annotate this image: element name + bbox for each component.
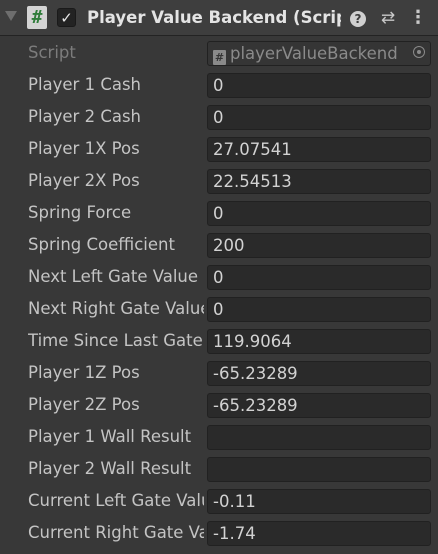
- object-picker-icon[interactable]: [413, 46, 425, 58]
- field-row: Player 2Z Pos -65.23289: [0, 389, 438, 421]
- field-row: Next Left Gate Value 0: [0, 261, 438, 293]
- field-row: Player 1 Wall Result: [0, 421, 438, 453]
- field-row: Spring Coefficient 200: [0, 229, 438, 261]
- field-value-input[interactable]: 0: [207, 265, 431, 290]
- component-title: Player Value Backend (Script: [87, 8, 341, 27]
- field-label: Current Left Gate Value: [28, 491, 204, 510]
- script-row: Script # playerValueBackend: [0, 37, 438, 69]
- field-label: Player 2X Pos: [28, 171, 140, 190]
- field-label: Player 2 Cash: [28, 107, 142, 126]
- field-value-input[interactable]: 0: [207, 73, 431, 98]
- field-label: Player 2 Wall Result: [28, 459, 192, 478]
- field-row: Player 1Z Pos -65.23289: [0, 357, 438, 389]
- field-label: Spring Coefficient: [28, 235, 175, 254]
- context-menu-button[interactable]: ⋮: [408, 6, 428, 30]
- help-icon: ?: [350, 10, 366, 27]
- script-file-icon: #: [213, 50, 226, 65]
- field-row: Time Since Last Gate 119.9064: [0, 325, 438, 357]
- field-value-input[interactable]: 0: [207, 297, 431, 322]
- script-object-name: playerValueBackend: [230, 44, 398, 63]
- field-value-input[interactable]: -65.23289: [207, 393, 431, 418]
- enabled-checkbox[interactable]: ✓: [57, 8, 76, 27]
- foldout-arrow-icon[interactable]: [5, 11, 17, 21]
- field-label: Player 1X Pos: [28, 139, 140, 158]
- field-value-input[interactable]: -65.23289: [207, 361, 431, 386]
- field-row: Next Right Gate Value 0: [0, 293, 438, 325]
- presets-icon: ⇄: [380, 8, 396, 28]
- field-value-input[interactable]: 0: [207, 201, 431, 226]
- field-label: Time Since Last Gate: [28, 331, 203, 350]
- field-value-input[interactable]: -1.74: [207, 521, 431, 546]
- field-row: Player 1X Pos 27.07541: [0, 133, 438, 165]
- field-value-input[interactable]: -0.11: [207, 489, 431, 514]
- component-header[interactable]: # ✓ Player Value Backend (Script ? ⇄ ⋮: [0, 0, 438, 36]
- field-label: Current Right Gate Value: [28, 523, 204, 542]
- field-label: Spring Force: [28, 203, 132, 222]
- field-value-input[interactable]: 27.07541: [207, 137, 431, 162]
- field-row: Player 2 Cash 0: [0, 101, 438, 133]
- field-label: Next Right Gate Value: [28, 299, 204, 318]
- script-icon: #: [27, 6, 47, 29]
- field-row: Player 1 Cash 0: [0, 69, 438, 101]
- field-row: Player 2X Pos 22.54513: [0, 165, 438, 197]
- field-label: Player 1 Wall Result: [28, 427, 192, 446]
- help-button[interactable]: ?: [348, 6, 368, 30]
- field-label: Player 2Z Pos: [28, 395, 140, 414]
- field-value-input[interactable]: 0: [207, 105, 431, 130]
- field-value-input[interactable]: 22.54513: [207, 169, 431, 194]
- field-value-input[interactable]: 200: [207, 233, 431, 258]
- field-row: Current Right Gate Value-1.74: [0, 517, 438, 549]
- script-object-field[interactable]: # playerValueBackend: [207, 41, 431, 66]
- inspector-component-panel: # ✓ Player Value Backend (Script ? ⇄ ⋮ S…: [0, 0, 438, 554]
- field-label: Player 1 Cash: [28, 75, 142, 94]
- kebab-menu-icon: ⋮: [409, 7, 427, 28]
- field-row: Player 2 Wall Result: [0, 453, 438, 485]
- field-value-input[interactable]: [207, 457, 431, 482]
- presets-button[interactable]: ⇄: [378, 6, 398, 30]
- field-value-input[interactable]: [207, 425, 431, 450]
- field-label: Next Left Gate Value: [28, 267, 199, 286]
- script-label: Script: [28, 43, 76, 62]
- field-row: Spring Force 0: [0, 197, 438, 229]
- field-label: Player 1Z Pos: [28, 363, 140, 382]
- field-value-input[interactable]: 119.9064: [207, 329, 431, 354]
- field-row: Current Left Gate Value -0.11: [0, 485, 438, 517]
